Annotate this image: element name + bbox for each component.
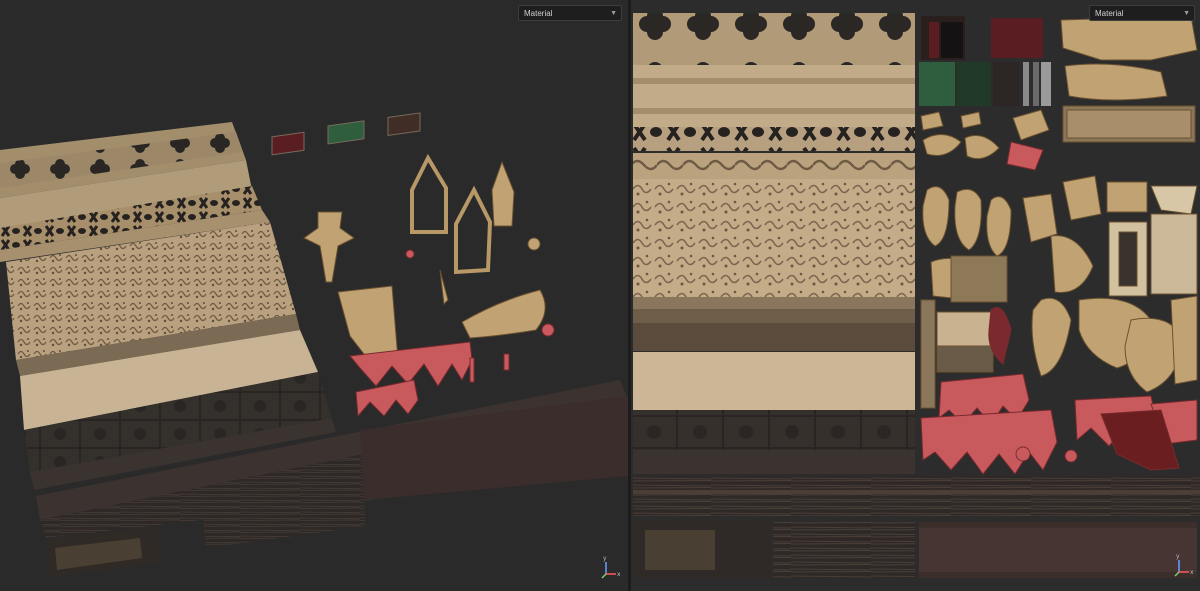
green-swatch bbox=[327, 120, 365, 145]
uv-texture-viewport[interactable]: y x Material ▼ bbox=[631, 0, 1200, 591]
wine-swatch bbox=[271, 131, 305, 156]
brown-swatch bbox=[387, 112, 421, 137]
chevron-down-icon: ▼ bbox=[610, 10, 617, 17]
chevron-down-icon: ▼ bbox=[1183, 10, 1190, 17]
svg-text:y: y bbox=[1176, 553, 1180, 560]
uv-texture-canvas[interactable]: y x bbox=[631, 0, 1200, 591]
3d-viewport[interactable]: y x Material ▼ bbox=[0, 0, 628, 591]
svg-text:x: x bbox=[1190, 569, 1194, 576]
shading-mode-dropdown-3d[interactable]: Material ▼ bbox=[518, 5, 622, 21]
axis-gizmo-icon[interactable]: y x bbox=[601, 555, 621, 579]
svg-text:y: y bbox=[603, 555, 607, 562]
dropdown-value: Material bbox=[1095, 9, 1124, 18]
uv-swatches bbox=[919, 16, 1051, 106]
svg-text:x: x bbox=[617, 571, 621, 578]
shading-mode-dropdown-uv[interactable]: Material ▼ bbox=[1089, 5, 1195, 21]
trim-sheet-slab-3d bbox=[0, 122, 336, 490]
3d-scene-canvas[interactable]: y x bbox=[0, 0, 628, 591]
dropdown-value: Material bbox=[524, 9, 553, 18]
gold-ornaments-3d bbox=[303, 153, 546, 373]
